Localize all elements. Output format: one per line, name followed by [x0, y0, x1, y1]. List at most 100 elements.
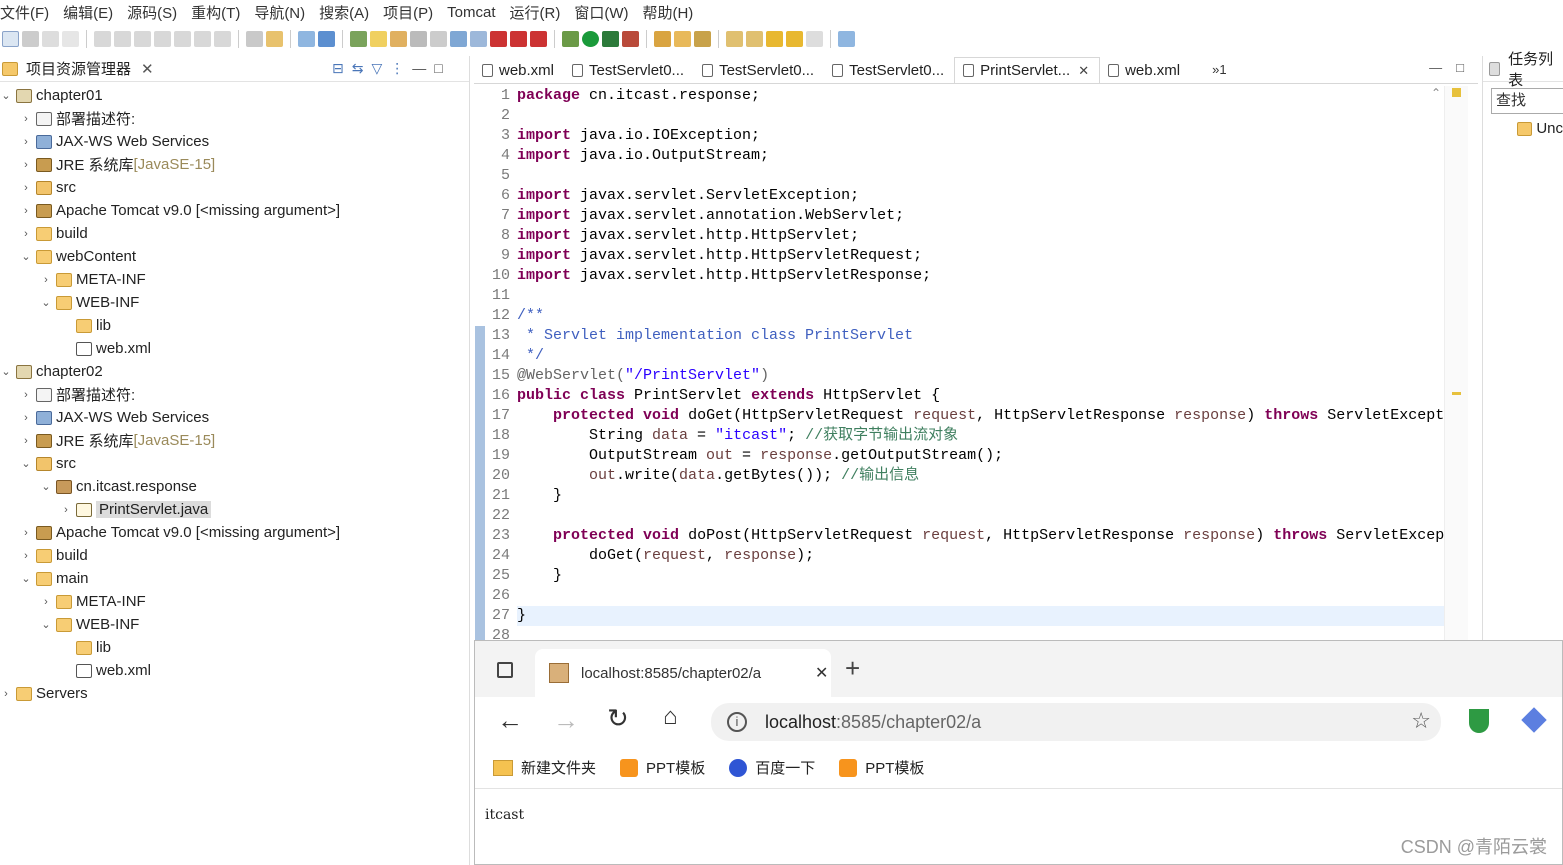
menu-item[interactable]: 搜索(A): [319, 2, 369, 23]
collapsed-arrow-icon[interactable]: ›: [20, 228, 32, 240]
editor-tab[interactable]: TestServlet0...: [564, 57, 694, 83]
tree-item[interactable]: › Apache Tomcat v9.0 [<missing argument>]: [0, 199, 469, 222]
extension-icon[interactable]: [1521, 707, 1547, 733]
expanded-arrow-icon[interactable]: ⌄: [20, 572, 32, 585]
back-arrow-icon[interactable]: ←: [497, 705, 523, 736]
expanded-arrow-icon[interactable]: ⌄: [0, 365, 12, 378]
collapsed-arrow-icon[interactable]: ›: [20, 550, 32, 562]
collapsed-arrow-icon[interactable]: ›: [20, 159, 32, 171]
shield-icon[interactable]: [1469, 709, 1489, 733]
menu-item[interactable]: 帮助(H): [642, 2, 693, 23]
code-area[interactable]: 1 2 3 4 5 6 7 8 9 10 11 12 13 14 15 16 17 18 19 20 21 22 23 24 2…: [474, 86, 1444, 640]
address-bar[interactable]: i localhost:8585/chapter02/a ☆: [711, 703, 1441, 741]
task-list-tab[interactable]: 任务列表: [1483, 51, 1563, 89]
tomcat-stop-icon[interactable]: [510, 31, 527, 47]
collapsed-arrow-icon[interactable]: ›: [40, 596, 52, 608]
menu-item[interactable]: 文件(F): [0, 2, 49, 23]
last-edit-icon[interactable]: [766, 31, 783, 47]
editor-tab[interactable]: web.xml: [1100, 57, 1190, 83]
tree-item[interactable]: ⌄ chapter02: [0, 360, 469, 383]
editor-tab[interactable]: web.xml: [474, 57, 564, 83]
tree-item[interactable]: ⌄ chapter01: [0, 84, 469, 107]
tree-item[interactable]: web.xml: [0, 659, 469, 682]
new-file-icon[interactable]: [2, 31, 19, 47]
site-info-icon[interactable]: i: [727, 712, 747, 732]
tree-item[interactable]: › META-INF: [0, 268, 469, 291]
editor-tab[interactable]: TestServlet0...: [694, 57, 824, 83]
collapsed-arrow-icon[interactable]: ›: [20, 113, 32, 125]
tree-item[interactable]: › PrintServlet.java: [0, 498, 469, 521]
editor-tab[interactable]: TestServlet0...: [824, 57, 954, 83]
open-perspective-icon[interactable]: [838, 31, 855, 47]
paragraph-icon[interactable]: [430, 31, 447, 47]
show-whitespace-icon[interactable]: [410, 31, 427, 47]
tree-item[interactable]: lib: [0, 636, 469, 659]
suspend-icon[interactable]: [114, 31, 131, 47]
globe-icon[interactable]: [450, 31, 467, 47]
tree-item[interactable]: ⌄ src: [0, 452, 469, 475]
tree-item[interactable]: ⌄ WEB-INF: [0, 291, 469, 314]
tree-item[interactable]: › JAX-WS Web Services: [0, 406, 469, 429]
debug-icon[interactable]: [562, 31, 579, 47]
new-server-icon[interactable]: [298, 31, 315, 47]
task-list-item[interactable]: Unc: [1517, 120, 1563, 137]
tree-item[interactable]: lib: [0, 314, 469, 337]
scroll-up-icon[interactable]: ⌃: [1431, 86, 1441, 100]
menu-item[interactable]: 项目(P): [383, 2, 433, 23]
tree-item[interactable]: web.xml: [0, 337, 469, 360]
collapsed-arrow-icon[interactable]: ›: [20, 527, 32, 539]
new-web-icon[interactable]: [318, 31, 335, 47]
browser-tab[interactable]: localhost:8585/chapter02/a ✕: [535, 649, 831, 697]
overview-ruler[interactable]: [1444, 86, 1468, 640]
close-tab-icon[interactable]: ✕: [1078, 63, 1089, 79]
collapsed-arrow-icon[interactable]: ›: [20, 435, 32, 447]
tab-overflow-indicator[interactable]: »1: [1212, 62, 1226, 77]
tree-item[interactable]: › 部署描述符:: [0, 107, 469, 130]
forward-icon[interactable]: [806, 31, 823, 47]
step-return-icon[interactable]: [214, 31, 231, 47]
expanded-arrow-icon[interactable]: ⌄: [20, 250, 32, 263]
tree-item[interactable]: › build: [0, 544, 469, 567]
collapsed-arrow-icon[interactable]: ›: [20, 412, 32, 424]
tree-item[interactable]: › build: [0, 222, 469, 245]
run-icon[interactable]: [582, 31, 599, 47]
back-icon[interactable]: [786, 31, 803, 47]
tree-item[interactable]: ⌄ cn.itcast.response: [0, 475, 469, 498]
menu-item[interactable]: 窗口(W): [574, 2, 628, 23]
menu-item[interactable]: 重构(T): [191, 2, 240, 23]
minimize-icon[interactable]: —: [1429, 60, 1442, 75]
warning-marker-icon[interactable]: [1452, 88, 1461, 97]
expanded-arrow-icon[interactable]: ⌄: [20, 457, 32, 470]
collapse-all-icon[interactable]: ⊟: [332, 60, 344, 77]
tree-item[interactable]: › 部署描述符:: [0, 383, 469, 406]
tree-item[interactable]: › JRE 系统库 [JavaSE-15]: [0, 429, 469, 452]
new-package-icon[interactable]: [654, 31, 671, 47]
highlight-icon[interactable]: [370, 31, 387, 47]
tomcat-start-icon[interactable]: [490, 31, 507, 47]
toggle-block-icon[interactable]: [246, 31, 263, 47]
tab-actions-icon[interactable]: [497, 662, 513, 678]
minimize-icon[interactable]: —: [412, 60, 426, 77]
maximize-icon[interactable]: □: [434, 60, 442, 77]
previous-annotation-icon[interactable]: [746, 31, 763, 47]
collapsed-arrow-icon[interactable]: ›: [20, 182, 32, 194]
menu-item[interactable]: 导航(N): [254, 2, 305, 23]
expanded-arrow-icon[interactable]: ⌄: [0, 89, 12, 102]
home-icon[interactable]: ⌂: [663, 703, 678, 731]
tree-item[interactable]: ⌄ WEB-INF: [0, 613, 469, 636]
collapsed-arrow-icon[interactable]: ›: [20, 389, 32, 401]
collapsed-arrow-icon[interactable]: ›: [0, 688, 12, 700]
tree-item[interactable]: ⌄ webContent: [0, 245, 469, 268]
menu-item[interactable]: 源码(S): [127, 2, 177, 23]
collapsed-arrow-icon[interactable]: ›: [40, 274, 52, 286]
tree-item[interactable]: ⌄ main: [0, 567, 469, 590]
menu-item[interactable]: Tomcat: [447, 4, 495, 21]
expanded-arrow-icon[interactable]: ⌄: [40, 296, 52, 309]
expanded-arrow-icon[interactable]: ⌄: [40, 618, 52, 631]
link-editor-icon[interactable]: ⇆: [352, 60, 364, 77]
refresh-icon[interactable]: ↻: [607, 703, 629, 734]
annotation-icon[interactable]: [390, 31, 407, 47]
expanded-arrow-icon[interactable]: ⌄: [40, 480, 52, 493]
collapsed-arrow-icon[interactable]: ›: [20, 205, 32, 217]
bookmark-item[interactable]: 新建文件夹: [493, 757, 596, 778]
